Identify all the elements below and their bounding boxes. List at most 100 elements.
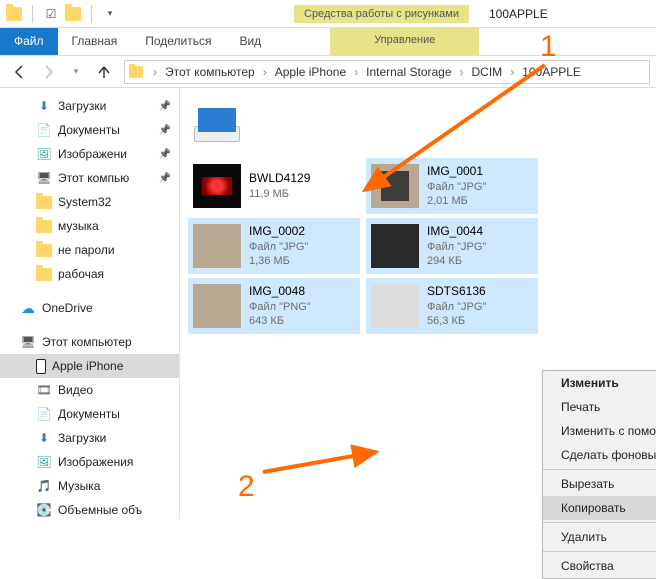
file-size: 56,3 КБ [427, 314, 486, 328]
phone-icon [36, 359, 46, 374]
tree-item-label: Загрузки [58, 99, 106, 113]
thumbnail [193, 164, 241, 208]
tab-manage[interactable]: Управление [330, 28, 479, 55]
tab-file[interactable]: Файл [0, 28, 58, 55]
folder-icon [129, 66, 143, 78]
back-button[interactable] [6, 58, 34, 86]
tree-item[interactable]: ⬇Загрузки [0, 426, 179, 450]
tree-item[interactable]: музыка [0, 214, 179, 238]
tree-item[interactable]: Apple iPhone [0, 354, 179, 378]
file-meta: IMG_0002Файл "JPG"1,36 МБ [249, 224, 308, 268]
chevron-right-icon[interactable]: › [508, 65, 516, 79]
file-meta: SDTS6136Файл "JPG"56,3 КБ [427, 284, 486, 328]
tree-item[interactable]: ☁ OneDrive [0, 296, 179, 320]
tree-item[interactable]: 📄Документы [0, 402, 179, 426]
context-menu-item[interactable]: Печать [543, 395, 656, 419]
tree-item[interactable]: 📄 Документы [0, 118, 179, 142]
thumbnail [193, 104, 241, 148]
file-item[interactable]: IMG_0002Файл "JPG"1,36 МБ [188, 218, 360, 274]
chevron-right-icon[interactable]: › [458, 65, 466, 79]
breadcrumb[interactable]: Этот компьютер [163, 65, 257, 79]
qat-dropdown-icon[interactable]: ▾ [102, 6, 118, 22]
context-menu-item[interactable]: Свойства [543, 554, 656, 578]
doc-icon: 📄 [36, 122, 52, 138]
ribbon-tabs: Файл Главная Поделиться Вид Управление [0, 28, 656, 56]
file-item[interactable]: SDTS6136Файл "JPG"56,3 КБ [366, 278, 538, 334]
tree-item-label: Apple iPhone [52, 359, 123, 373]
tree-item[interactable]: не пароли [0, 238, 179, 262]
up-button[interactable] [90, 58, 118, 86]
context-menu-item[interactable]: Вырезать [543, 472, 656, 496]
folder-icon [36, 244, 52, 257]
titlebar: ☑ ▾ Средства работы с рисунками 100APPLE [0, 0, 656, 28]
dl-icon: ⬇ [36, 430, 52, 446]
file-size: 2,01 МБ [427, 194, 486, 208]
file-item[interactable]: IMG_0044Файл "JPG"294 КБ [366, 218, 538, 274]
tree-item[interactable]: 🎵Музыка [0, 474, 179, 498]
file-item[interactable]: IMG_0001Файл "JPG"2,01 МБ [366, 158, 538, 214]
dl-icon: ⬇ [36, 98, 52, 114]
onedrive-icon: ☁ [20, 300, 36, 316]
file-size: 643 КБ [249, 314, 311, 328]
context-menu-item[interactable]: Изменить [543, 371, 656, 395]
file-size: 11,9 МБ [249, 187, 310, 201]
context-menu-item[interactable]: Изменить с помощью Paint 3D [543, 419, 656, 443]
file-type: Файл "JPG" [249, 240, 308, 254]
tab-view[interactable]: Вид [225, 28, 275, 55]
file-item[interactable]: BWLD412911,9 МБ [188, 158, 360, 214]
quick-access-toolbar: ☑ ▾ [0, 5, 124, 23]
forward-button[interactable] [34, 58, 62, 86]
doc-icon: 📄 [36, 406, 52, 422]
tree-item-label: Этот компьютер [42, 335, 132, 349]
arrow-left-icon [12, 64, 28, 80]
pic-icon: 🖼 [36, 454, 52, 470]
file-name: BWLD4129 [249, 171, 310, 187]
tree-item[interactable]: 🖥 Этот компьютер [0, 330, 179, 354]
breadcrumb[interactable]: Internal Storage [364, 65, 453, 79]
folder-icon [65, 6, 81, 22]
tree-item-label: OneDrive [42, 301, 93, 315]
breadcrumb[interactable]: DCIM [470, 65, 505, 79]
tree-item[interactable]: рабочая [0, 262, 179, 286]
tree-item[interactable]: 🎞Видео [0, 378, 179, 402]
content-pane[interactable]: BWLD412911,9 МБIMG_0001Файл "JPG"2,01 МБ… [180, 88, 656, 519]
chevron-right-icon[interactable]: › [352, 65, 360, 79]
tab-home[interactable]: Главная [58, 28, 132, 55]
address-bar[interactable]: › Этот компьютер › Apple iPhone › Intern… [124, 60, 650, 84]
file-type: Файл "JPG" [427, 240, 486, 254]
tree-item-label: Документы [58, 123, 120, 137]
chevron-right-icon[interactable]: › [151, 65, 159, 79]
recent-dropdown[interactable]: ▾ [62, 58, 90, 86]
file-size: 1,36 МБ [249, 254, 308, 268]
file-item[interactable] [188, 98, 540, 154]
arrow-up-icon [96, 64, 112, 80]
context-menu-item[interactable]: Удалить [543, 525, 656, 549]
chevron-right-icon[interactable]: › [261, 65, 269, 79]
folder-icon [6, 6, 22, 22]
context-menu-item[interactable]: Сделать фоновым изображением рабочего ст… [543, 443, 656, 467]
tree-item-label: не пароли [58, 243, 115, 257]
nav-row: ▾ › Этот компьютер › Apple iPhone › Inte… [0, 56, 656, 88]
file-name: SDTS6136 [427, 284, 486, 300]
tree-item[interactable]: 🖼Изображения [0, 450, 179, 474]
thumbnail [193, 224, 241, 268]
pc-icon: 🖥 [20, 334, 36, 350]
tree-item[interactable]: ⬇ Загрузки [0, 94, 179, 118]
context-menu-item[interactable]: Копировать [543, 496, 656, 520]
tree-item[interactable]: 🖥Этот компью [0, 166, 179, 190]
tree-item[interactable]: 💽Объемные объ [0, 498, 179, 519]
contextual-tab-label: Средства работы с рисунками [294, 5, 469, 23]
file-name: IMG_0044 [427, 224, 486, 240]
tree-item[interactable]: System32 [0, 190, 179, 214]
breadcrumb[interactable]: Apple iPhone [273, 65, 348, 79]
tree-item[interactable]: 🖼Изображени [0, 142, 179, 166]
pic-icon: 🖼 [36, 146, 52, 162]
thumbnail [371, 224, 419, 268]
folder-icon [36, 268, 52, 281]
file-item[interactable]: IMG_0048Файл "PNG"643 КБ [188, 278, 360, 334]
breadcrumb[interactable]: 100APPLE [520, 65, 583, 79]
tab-share[interactable]: Поделиться [131, 28, 225, 55]
context-menu: ИзменитьПечатьИзменить с помощью Paint 3… [542, 370, 656, 579]
explorer-body: ⬇Загрузки📄Документы🖼Изображени🖥Этот комп… [0, 88, 656, 519]
checkbox-icon[interactable]: ☑ [43, 6, 59, 22]
